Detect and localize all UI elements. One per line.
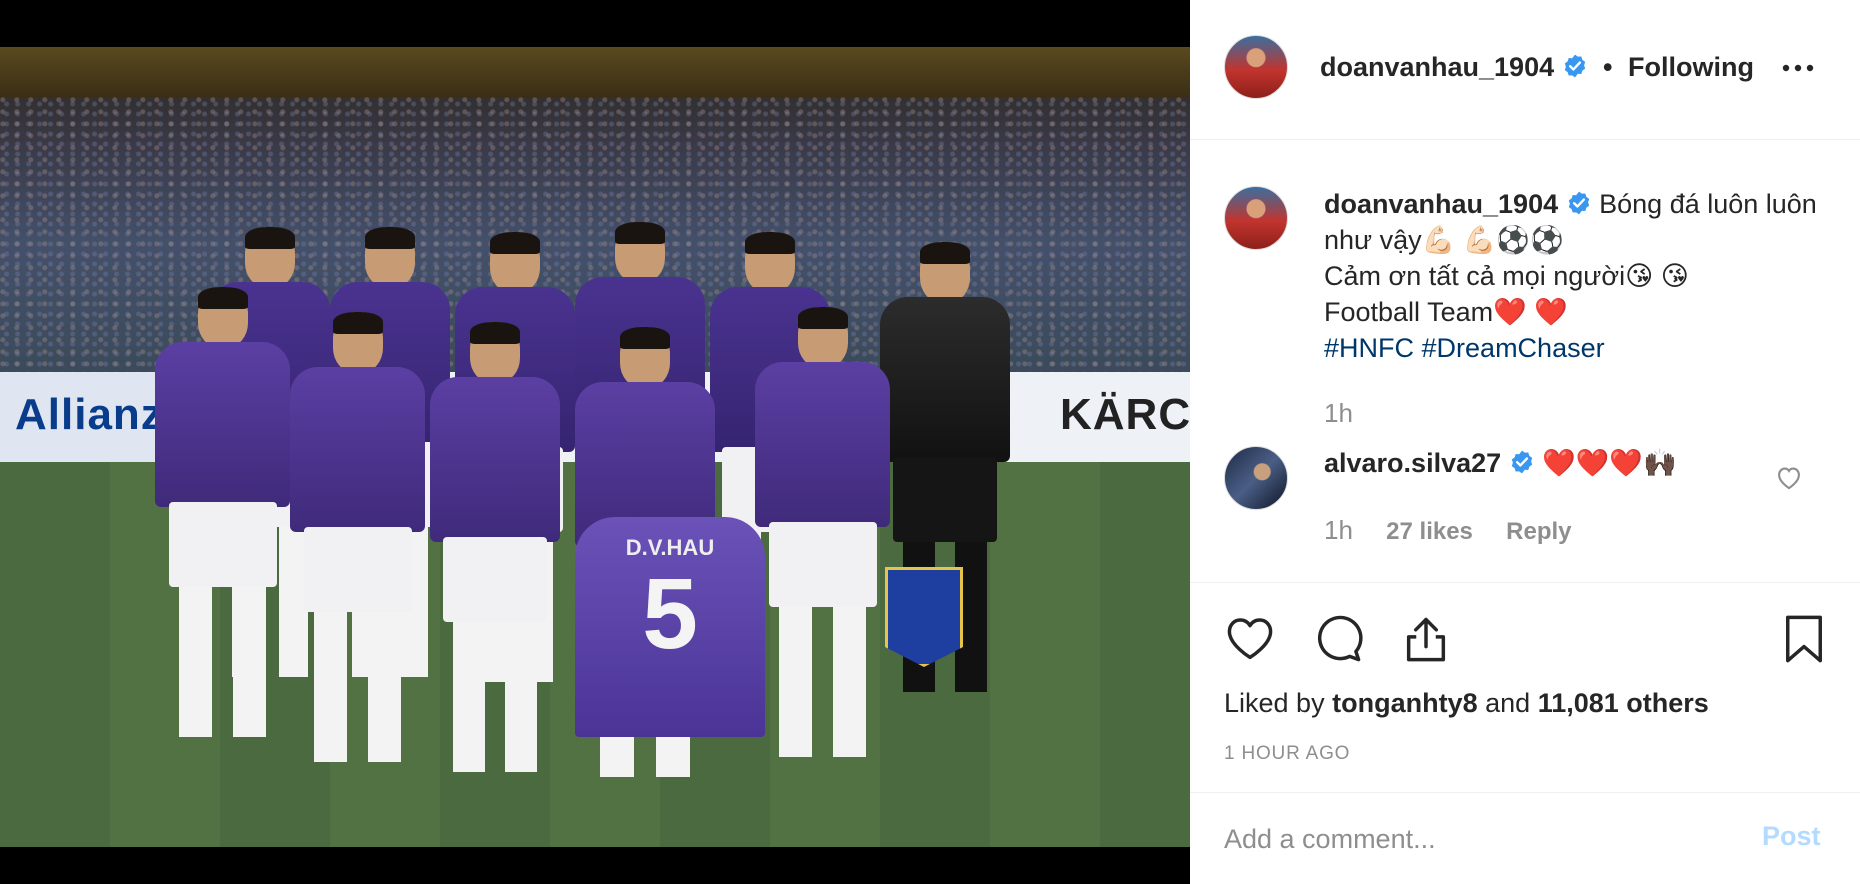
commenter-avatar[interactable] — [1224, 446, 1288, 510]
reply-button[interactable]: Reply — [1506, 518, 1571, 545]
held-jersey-number: 5 — [642, 558, 698, 670]
commenter-username[interactable]: alvaro.silva27 — [1324, 448, 1501, 478]
caption-avatar[interactable] — [1224, 186, 1288, 250]
following-button[interactable]: Following — [1628, 52, 1754, 83]
liked-by-prefix: Liked by — [1224, 688, 1325, 718]
author-username-link[interactable]: doanvanhau_1904 — [1320, 52, 1588, 83]
caption-emoji-1: 💪🏻 💪🏻⚽️⚽️ — [1421, 225, 1564, 255]
more-options-icon[interactable] — [1780, 58, 1816, 78]
comment-bubble-icon[interactable] — [1312, 613, 1364, 665]
caption-time: 1h — [1324, 398, 1353, 428]
post-photo[interactable]: Allianz KÄRCH D.V.HAU 5 — [0, 47, 1190, 847]
caption-username[interactable]: doanvanhau_1904 — [1324, 189, 1558, 219]
comment-time: 1h — [1324, 515, 1353, 545]
hashtag-hnfc[interactable]: #HNFC — [1324, 333, 1414, 363]
post-timestamp[interactable]: 1 HOUR AGO — [1224, 743, 1350, 765]
ad-text-right: KÄRCH — [1060, 390, 1190, 439]
post-header: doanvanhau_1904 • Following — [1190, 0, 1860, 140]
liked-by-user-link[interactable]: tonganhty8 — [1332, 688, 1478, 718]
photo-pane: Allianz KÄRCH D.V.HAU 5 — [0, 0, 1190, 884]
comment-like-heart-icon[interactable] — [1775, 464, 1803, 490]
club-pennant — [885, 567, 963, 667]
liked-by-and: and — [1485, 688, 1531, 718]
author-avatar[interactable] — [1224, 35, 1288, 99]
player — [430, 322, 560, 782]
like-heart-icon[interactable] — [1224, 613, 1276, 665]
held-jersey: D.V.HAU 5 — [575, 517, 765, 737]
save-bookmark-icon[interactable] — [1778, 613, 1830, 665]
add-comment-input[interactable] — [1224, 815, 1704, 863]
player — [155, 287, 290, 757]
player — [290, 312, 425, 782]
caption-line-3: Football Team — [1324, 297, 1494, 327]
liked-by-others-link[interactable]: 11,081 others — [1538, 688, 1709, 718]
comment-meta: 1h 27 likes Reply — [1324, 515, 1598, 546]
author-username: doanvanhau_1904 — [1320, 52, 1555, 82]
caption-emoji-3: ❤️ ❤️ — [1493, 297, 1568, 327]
post-comment-button[interactable]: Post — [1762, 821, 1821, 852]
share-upload-icon[interactable] — [1400, 613, 1452, 665]
verified-badge-icon — [1564, 54, 1585, 78]
caption-emoji-2: 😘 😘 — [1625, 261, 1689, 291]
ad-text-left: Allianz — [15, 390, 164, 439]
post-side-panel: doanvanhau_1904 • Following doanvanhau_1… — [1190, 0, 1860, 884]
header-separator: • — [1603, 52, 1613, 82]
hashtag-dreamchaser[interactable]: #DreamChaser — [1422, 333, 1605, 363]
verified-badge-icon — [1511, 450, 1532, 474]
comment-text: alvaro.silva27 ❤️❤️❤️🙌🏿 — [1324, 447, 1677, 479]
caption-text: doanvanhau_1904 Bóng đá luôn luôn như vậ… — [1324, 186, 1824, 366]
caption-line-2: Cảm ơn tất cả mọi người — [1324, 261, 1626, 291]
comment-likes-button[interactable]: 27 likes — [1386, 518, 1473, 545]
add-comment-bar: Post — [1190, 792, 1860, 884]
liked-by-summary: Liked by tonganhty8 and 11,081 others — [1224, 688, 1709, 719]
stadium-roof — [0, 47, 1190, 97]
comment-body: ❤️❤️❤️🙌🏿 — [1542, 448, 1677, 478]
player — [755, 307, 890, 777]
post-actions: Liked by tonganhty8 and 11,081 others 1 … — [1190, 582, 1860, 792]
verified-badge-icon — [1568, 191, 1589, 215]
team-photo-players: D.V.HAU 5 — [155, 222, 1055, 817]
